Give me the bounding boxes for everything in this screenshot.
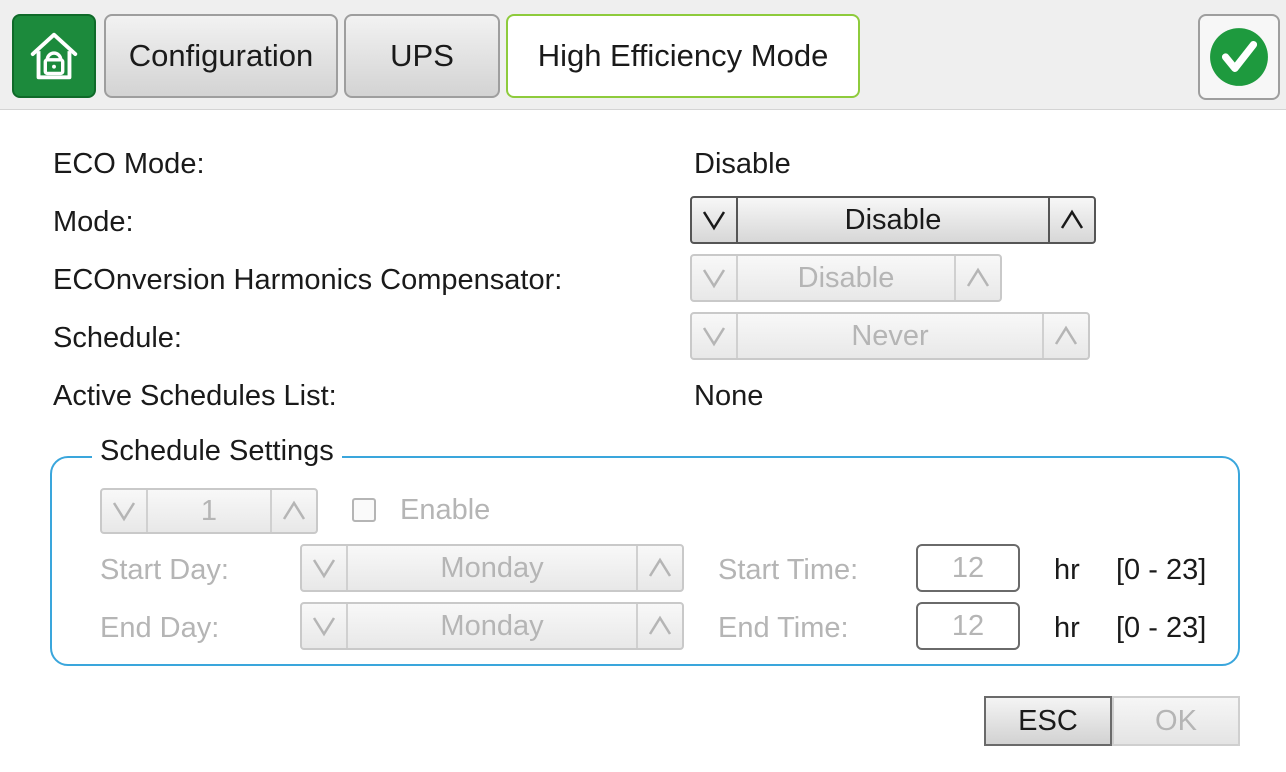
schedule-index-increment-button[interactable] — [270, 490, 316, 532]
harmonics-compensator-label: ECOnversion Harmonics Compensator: — [53, 264, 563, 296]
chevron-up-icon — [282, 500, 306, 520]
schedule-label: Schedule: — [53, 322, 182, 354]
end-time-label: End Time: — [718, 612, 849, 644]
schedule-settings-title: Schedule Settings — [92, 435, 342, 468]
confirm-button[interactable] — [1198, 14, 1280, 100]
end-day-value: Monday — [440, 609, 544, 642]
active-schedules-value: None — [694, 380, 764, 412]
eco-mode-value: Disable — [694, 148, 791, 180]
checkmark-icon — [1210, 28, 1268, 86]
harmonics-increment-button[interactable] — [954, 256, 1000, 300]
home-lock-icon — [30, 32, 78, 80]
mode-decrement-button[interactable] — [692, 198, 738, 242]
chevron-up-icon — [648, 615, 672, 635]
harmonics-decrement-button[interactable] — [692, 256, 738, 300]
schedule-increment-button[interactable] — [1042, 314, 1088, 358]
end-day-spinner[interactable]: Monday — [300, 602, 684, 650]
chevron-down-icon — [702, 327, 726, 347]
chevron-down-icon — [702, 211, 726, 231]
active-schedules-label: Active Schedules List: — [53, 380, 337, 412]
schedule-spinner[interactable]: Never — [690, 312, 1090, 360]
end-time-unit: hr — [1054, 612, 1080, 644]
tab-configuration-label: Configuration — [128, 38, 314, 73]
chevron-down-icon — [112, 502, 136, 522]
harmonics-compensator-value: Disable — [797, 261, 895, 294]
mode-label: Mode: — [53, 206, 134, 238]
ok-button[interactable]: OK — [1112, 696, 1240, 746]
enable-checkbox[interactable] — [352, 498, 376, 522]
end-day-increment-button[interactable] — [636, 604, 682, 648]
harmonics-compensator-spinner[interactable]: Disable — [690, 254, 1002, 302]
start-time-input[interactable]: 12 — [916, 544, 1020, 592]
tab-ups[interactable]: UPS — [344, 14, 500, 98]
enable-label: Enable — [400, 494, 491, 526]
tab-configuration[interactable]: Configuration — [104, 14, 338, 98]
schedule-decrement-button[interactable] — [692, 314, 738, 358]
chevron-up-icon — [648, 557, 672, 577]
start-day-label: Start Day: — [100, 554, 229, 586]
mode-increment-button[interactable] — [1048, 198, 1094, 242]
end-time-range: [0 - 23] — [1116, 612, 1207, 644]
chevron-down-icon — [312, 617, 336, 637]
mode-spinner[interactable]: Disable — [690, 196, 1096, 244]
schedule-index-value: 1 — [200, 494, 218, 527]
esc-button[interactable]: ESC — [984, 696, 1112, 746]
chevron-down-icon — [702, 269, 726, 289]
start-day-increment-button[interactable] — [636, 546, 682, 590]
chevron-up-icon — [1060, 209, 1084, 229]
start-day-decrement-button[interactable] — [302, 546, 348, 590]
start-time-label: Start Time: — [718, 554, 859, 586]
start-day-value: Monday — [440, 551, 544, 584]
end-day-decrement-button[interactable] — [302, 604, 348, 648]
start-time-range: [0 - 23] — [1116, 554, 1207, 586]
start-day-spinner[interactable]: Monday — [300, 544, 684, 592]
schedule-index-decrement-button[interactable] — [102, 490, 148, 532]
end-day-label: End Day: — [100, 612, 220, 644]
home-button[interactable] — [12, 14, 96, 98]
schedule-index-spinner[interactable]: 1 — [100, 488, 318, 534]
end-time-input[interactable]: 12 — [916, 602, 1020, 650]
tab-high-efficiency-mode-label: High Efficiency Mode — [537, 38, 829, 73]
start-time-unit: hr — [1054, 554, 1080, 586]
top-navigation-bar: Configuration UPS High Efficiency Mode — [0, 0, 1286, 110]
eco-mode-label: ECO Mode: — [53, 148, 205, 180]
chevron-down-icon — [312, 559, 336, 579]
schedule-value: Never — [851, 319, 929, 352]
chevron-up-icon — [966, 267, 990, 287]
mode-value: Disable — [844, 203, 942, 236]
tab-high-efficiency-mode[interactable]: High Efficiency Mode — [506, 14, 860, 98]
chevron-up-icon — [1054, 325, 1078, 345]
tab-ups-label: UPS — [390, 38, 454, 73]
